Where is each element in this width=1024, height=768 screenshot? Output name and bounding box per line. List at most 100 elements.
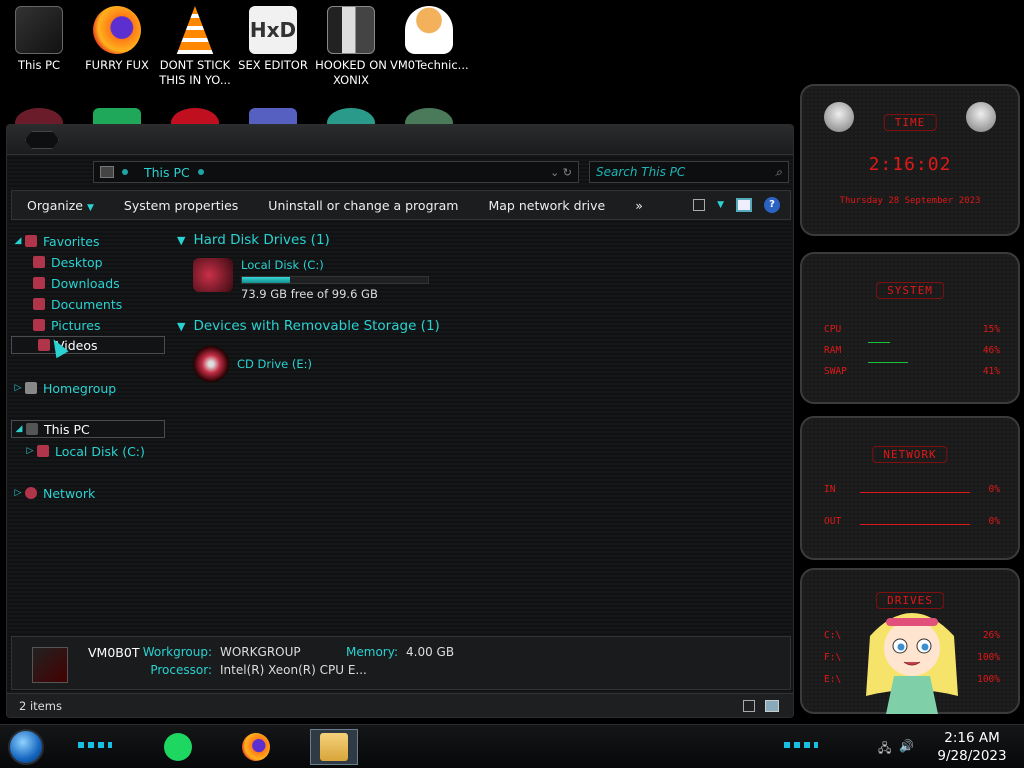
collapse-arrow-icon[interactable]: ▼ [177, 320, 185, 333]
navigation-pane: ◢ Favorites Desktop Downloads Documents … [7, 222, 167, 632]
window-titlebar[interactable] [7, 125, 793, 155]
nav-this-pc[interactable]: ◢ This PC [11, 420, 165, 438]
folder-icon [320, 733, 348, 761]
pictures-folder-icon [33, 319, 45, 331]
help-icon[interactable]: ? [764, 197, 780, 213]
nav-homegroup[interactable]: ▷ Homegroup [11, 379, 165, 397]
uninstall-program-button[interactable]: Uninstall or change a program [253, 198, 473, 213]
technician-avatar-icon [405, 6, 453, 54]
taskbar-app-firefox[interactable] [232, 729, 280, 765]
drive-local-disk-c[interactable]: Local Disk (C:) 73.9 GB free of 99.6 GB [193, 258, 429, 301]
group-label: Hard Disk Drives (1) [193, 232, 330, 248]
expand-arrow-icon[interactable]: ◢ [12, 424, 26, 434]
search-icon[interactable]: ⌕ [775, 165, 782, 180]
large-icons-view-icon[interactable] [765, 700, 779, 712]
change-view-icon[interactable] [693, 199, 706, 211]
row-label: IN [824, 484, 836, 495]
collapse-arrow-icon[interactable]: ▼ [177, 234, 185, 247]
computer-name: VM0B0T [88, 645, 140, 660]
nav-documents[interactable]: Documents [33, 295, 165, 313]
address-controls[interactable]: ⌄ ↻ [550, 166, 578, 179]
expand-arrow-icon[interactable]: ▷ [11, 488, 25, 498]
nav-pictures[interactable]: Pictures [33, 316, 165, 334]
nav-label: Local Disk (C:) [55, 443, 145, 459]
computer-icon [100, 166, 114, 178]
system-properties-button[interactable]: System properties [109, 198, 253, 213]
desktop-icon-this-pc[interactable]: This PC [0, 6, 78, 73]
hard-drive-icon [193, 258, 233, 292]
memory-label: Memory: [346, 645, 398, 659]
processor-value: Intel(R) Xeon(R) CPU E... [220, 663, 367, 677]
hard-drive-icon [37, 445, 49, 457]
more-commands-button[interactable]: » [620, 198, 658, 213]
drive-name: CD Drive (E:) [237, 357, 312, 371]
organize-button[interactable]: Organize ▼ [12, 198, 109, 213]
search-input[interactable]: Search This PC ⌕ [589, 161, 789, 183]
cartoon-character-pet[interactable] [860, 596, 964, 720]
alien-head-icon [966, 102, 996, 132]
nav-local-disk[interactable]: ▷ Local Disk (C:) [23, 442, 165, 460]
desktop-icon-hooked-on-xonix[interactable]: HOOKED ON XONIX [312, 6, 390, 88]
network-icon [25, 487, 37, 499]
system-row-swap: SWAP 41% [824, 366, 1000, 377]
drive-usage-bar [241, 276, 429, 284]
nav-label: Documents [51, 296, 123, 312]
chevron-down-icon[interactable]: ⌄ [550, 166, 559, 179]
view-options-chevron-icon[interactable]: ▼ [717, 200, 724, 210]
system-tray: 🖧 🔊 [878, 739, 914, 760]
details-view-icon[interactable] [743, 700, 755, 712]
desktop-folder-icon [33, 256, 45, 268]
network-tray-icon[interactable]: 🖧 [878, 739, 891, 760]
drive-name: Local Disk (C:) [241, 258, 324, 272]
breadcrumb-separator-icon[interactable] [197, 169, 204, 175]
group-removable-storage[interactable]: ▼ Devices with Removable Storage (1) [177, 318, 440, 334]
volume-icon[interactable]: 🔊 [899, 739, 914, 760]
start-button[interactable] [8, 729, 44, 765]
expand-arrow-icon[interactable]: ▷ [11, 383, 25, 393]
navigation-hex-icon[interactable] [25, 131, 59, 149]
taskbar-clock[interactable]: 2:16 AM 9/28/2023 [930, 729, 1014, 765]
breadcrumb-this-pc[interactable]: This PC [144, 165, 190, 180]
chat-app-icon [164, 733, 192, 761]
homegroup-icon [25, 382, 37, 394]
details-pane: VM0B0T Workgroup: WORKGROUP Memory: 4.00… [11, 636, 791, 690]
refresh-icon[interactable]: ↻ [563, 166, 572, 179]
row-value: 100% [977, 652, 1000, 663]
map-network-drive-button[interactable]: Map network drive [473, 198, 620, 213]
expand-arrow-icon[interactable]: ◢ [11, 236, 25, 246]
nav-favorites[interactable]: ◢ Favorites [11, 232, 165, 250]
firefox-icon [242, 733, 270, 761]
system-gadget[interactable]: SYSTEM CPU 15% RAM 46% SWAP 41% [800, 252, 1020, 404]
gadget-title: NETWORK [872, 446, 948, 463]
nav-videos[interactable]: Videos [11, 336, 165, 354]
drive-usage-fill [242, 277, 290, 283]
group-label: Devices with Removable Storage (1) [193, 318, 440, 334]
taskbar-app-messenger[interactable] [154, 729, 202, 765]
processor-label: Processor: [150, 663, 212, 677]
gadget-date: Thursday 28 September 2023 [839, 196, 981, 206]
row-value: 100% [977, 674, 1000, 685]
gadget-clock: 2:16:02 [868, 154, 952, 175]
desktop-icon-dont-stick[interactable]: DONT STICK THIS IN YO... [156, 6, 234, 88]
network-gadget[interactable]: NETWORK IN 0% OUT 0% [800, 416, 1020, 560]
preview-pane-icon[interactable] [736, 198, 752, 212]
taskbar: 🖧 🔊 2:16 AM 9/28/2023 [0, 724, 1024, 768]
time-gadget[interactable]: TIME 2:16:02 Thursday 28 September 2023 [800, 84, 1020, 236]
desktop-icon-furry-fux[interactable]: FURRY FUX [78, 6, 156, 73]
nav-downloads[interactable]: Downloads [33, 274, 165, 292]
favorites-star-icon [25, 235, 37, 247]
group-hard-disk-drives[interactable]: ▼ Hard Disk Drives (1) [177, 232, 330, 248]
nav-network[interactable]: ▷ Network [11, 484, 165, 502]
taskbar-app-file-explorer[interactable] [310, 729, 358, 765]
address-bar[interactable]: This PC ⌄ ↻ [93, 161, 579, 183]
desktop-icon-sex-editor[interactable]: HxD SEX EDITOR [234, 6, 312, 73]
gadget-title: TIME [883, 114, 937, 131]
vlc-cone-icon [176, 6, 214, 54]
expand-arrow-icon[interactable]: ▷ [23, 446, 37, 456]
network-in-graph [860, 492, 970, 493]
computer-icon [32, 647, 68, 683]
nav-desktop[interactable]: Desktop [33, 253, 165, 271]
desktop-icon-vm0technician[interactable]: VM0Technic... [390, 6, 469, 73]
drive-free-space: 73.9 GB free of 99.6 GB [241, 287, 378, 301]
drive-cd-e[interactable]: CD Drive (E:) [193, 346, 312, 382]
